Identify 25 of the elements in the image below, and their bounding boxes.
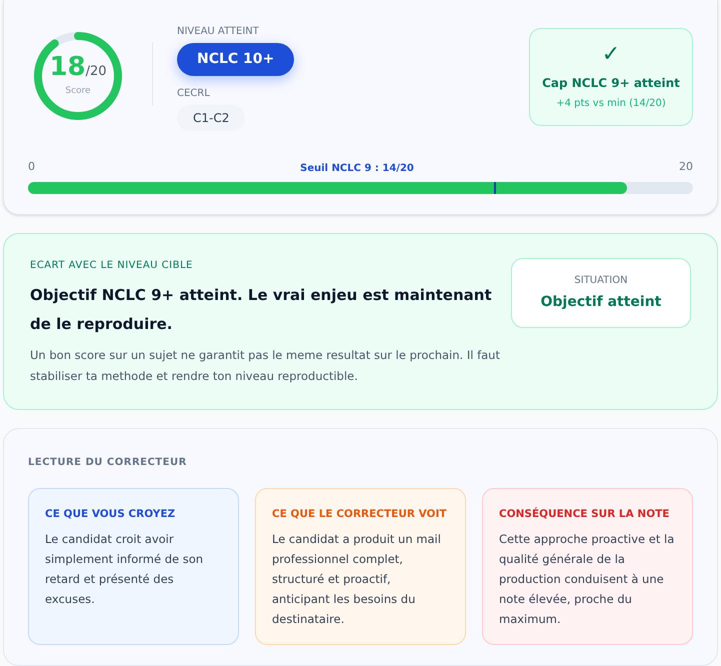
score-label: Score <box>65 85 91 98</box>
insight-title: CE QUE VOUS CROYEZ <box>45 507 176 522</box>
cecrl-label: CECRL <box>177 87 210 101</box>
gap-body: Un bon score sur un sujet ne garantit pas le meme resultat sur le prochain. Il faut stabiliser ta methode et rendre ton niveau reproductible. <box>30 347 501 385</box>
scale-end: 20 <box>679 159 693 175</box>
check-icon: ✓ <box>602 44 620 66</box>
score-total: /20 <box>86 62 107 80</box>
status-detail: +4 pts vs min (14/20) <box>556 96 666 110</box>
insight-text: Le candidat croit avoir simplement informé de son retard et présenté des excuses. <box>45 530 204 608</box>
status-title: Cap NCLC 9+ atteint <box>542 74 680 92</box>
gap-heading: Objectif NCLC 9+ atteint. Le vrai enjeu est maintenant de le reproduire. <box>30 285 493 335</box>
cecrl-badge: C1-C2 <box>177 105 246 131</box>
reading-title: LECTURE DU CORRECTEUR <box>28 456 188 470</box>
insight-text: Cette approche proactive et la qualité générale de la production conduisent à une note élevée, proche du maximum. <box>499 530 676 628</box>
situation-label: SITUATION <box>574 274 628 288</box>
insight-title: CONSÉQUENCE SUR LA NOTE <box>499 507 670 522</box>
threshold-label: Seuil NCLC 9 : 14/20 <box>300 162 414 176</box>
level-label: NIVEAU ATTEINT <box>177 25 259 39</box>
insight-text: Le candidat a produit un mail professionnel complet, structuré et proactif, anticipant les besoins du destinataire. <box>272 530 442 628</box>
insight-title: CE QUE LE CORRECTEUR VOIT <box>272 507 448 522</box>
scale-start: 0 <box>28 159 35 175</box>
level-badge: NCLC 10+ <box>177 43 294 76</box>
score-value: 18 <box>49 54 86 80</box>
gap-eyebrow: ECART AVEC LE NIVEAU CIBLE <box>30 259 194 273</box>
situation-value: Objectif atteint <box>540 293 662 312</box>
